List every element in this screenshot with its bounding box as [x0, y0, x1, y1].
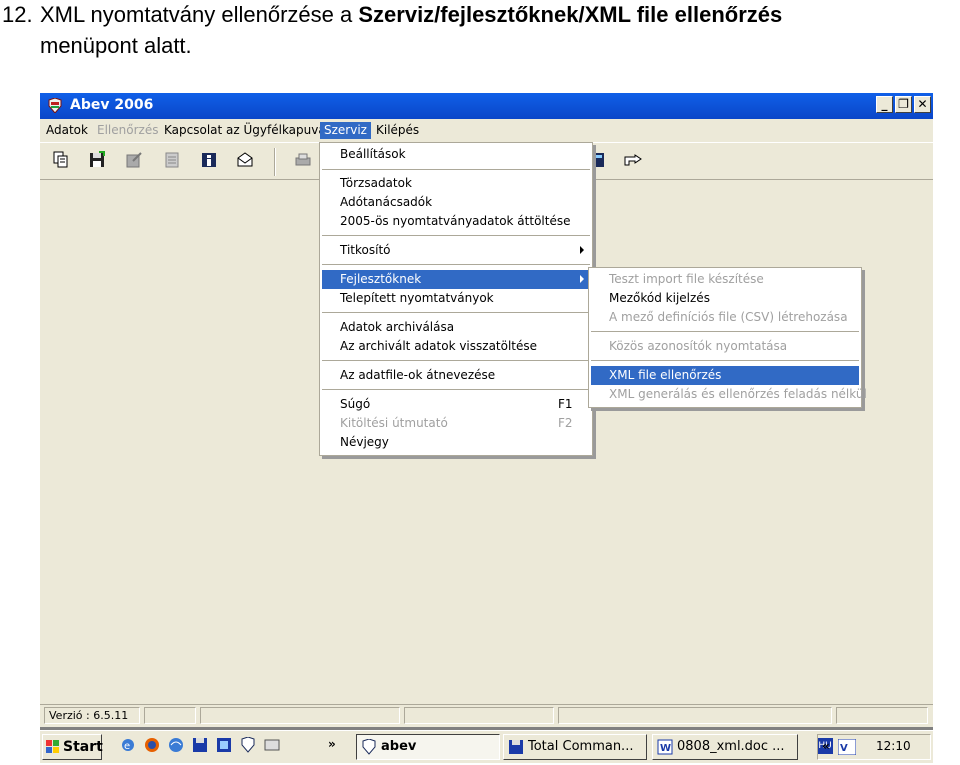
system-tray: « V 12:10 [817, 734, 931, 760]
menu-separator [591, 360, 859, 361]
item-number: 12. [2, 2, 33, 27]
menu-item-adotanacsadok[interactable]: Adótanácsadók [322, 193, 590, 212]
tray-chevron[interactable]: « [822, 739, 830, 753]
clock[interactable]: 12:10 [876, 739, 911, 753]
shortcut-label: F1 [558, 397, 573, 411]
task-word-document[interactable]: W 0808_xml.doc ... [652, 734, 798, 760]
status-panel-4 [404, 707, 554, 724]
menu-adatok[interactable]: Adatok [46, 122, 88, 139]
window-title: Abev 2006 [70, 97, 154, 113]
floppy-icon[interactable] [192, 737, 208, 753]
task-label: Total Comman... [528, 739, 634, 754]
print-icon[interactable] [292, 149, 314, 171]
status-panel-5 [558, 707, 832, 724]
menu-bar: Adatok Ellenőrzés Kapcsolat az Ügyfélkap… [40, 119, 933, 142]
menu-item-kozos-azonositok[interactable]: Közös azonosítók nyomtatása [591, 337, 859, 356]
menu-item-label: Súgó [340, 397, 371, 411]
menu-separator [322, 169, 590, 170]
app-icon[interactable] [216, 737, 232, 753]
menu-item-teszt-import[interactable]: Teszt import file készítése [591, 270, 859, 289]
restore-button[interactable]: ❐ [895, 96, 912, 113]
menu-ellenorzes[interactable]: Ellenőrzés [97, 122, 158, 139]
menu-separator [322, 312, 590, 313]
start-label: Start [63, 739, 103, 755]
menu-separator [591, 331, 859, 332]
version-panel: Verzió : 6.5.11 [44, 707, 140, 724]
info-icon[interactable] [198, 149, 220, 171]
menu-item-attoltes[interactable]: 2005-ös nyomtatványadatok áttöltése [322, 212, 590, 231]
svg-text:V: V [840, 743, 848, 754]
menu-szerviz[interactable]: Szerviz [320, 122, 371, 139]
menu-item-atnevezes[interactable]: Az adatfile-ok átnevezése [322, 366, 590, 385]
status-panel-6 [836, 707, 928, 724]
title-bar[interactable]: Abev 2006 _ ❐ ✕ [40, 93, 933, 119]
task-abev[interactable]: abev [356, 734, 500, 760]
instruction-line-1: XML nyomtatvány ellenőrzése a Szerviz/fe… [40, 2, 782, 28]
fejlesztoknek-submenu: Teszt import file készítése Mezőkód kije… [588, 267, 867, 408]
submenu-arrow-icon [580, 246, 584, 254]
abev-task-icon [362, 739, 376, 755]
menu-item-nevjegy[interactable]: Névjegy [322, 433, 590, 452]
menu-separator [322, 264, 590, 265]
status-bar: Verzió : 6.5.11 [40, 704, 933, 727]
task-total-commander[interactable]: Total Comman... [503, 734, 647, 760]
ie-icon[interactable]: e [120, 737, 136, 753]
menu-item-xml-ellenorzes[interactable]: XML file ellenőrzés [591, 366, 859, 385]
quicklaunch-chevron[interactable]: » [328, 737, 336, 751]
status-panel-3 [200, 707, 400, 724]
svg-text:e: e [124, 741, 130, 752]
menu-item-label: Fejlesztőknek [340, 272, 422, 286]
edit-icon[interactable] [123, 149, 145, 171]
shortcut-label: F2 [558, 416, 573, 430]
start-button[interactable]: Start [42, 734, 103, 760]
menu-kapcsolat[interactable]: Kapcsolat az Ügyfélkapuval [164, 122, 329, 139]
menu-item-mezokod[interactable]: Mezőkód kijelzés [591, 289, 859, 308]
instruction-plain: XML nyomtatvány ellenőrzése a [40, 2, 359, 27]
menu-item-torzsadatok[interactable]: Törzsadatok [322, 174, 590, 193]
close-button[interactable]: ✕ [914, 96, 931, 113]
menu-item-visszatoltes[interactable]: Az archivált adatok visszatöltése [322, 337, 590, 356]
menu-item-csv-letrehozas[interactable]: A mező definíciós file (CSV) létrehozása [591, 308, 859, 327]
menu-item-label: Kitöltési útmutató [340, 416, 448, 430]
abev-quicklaunch-icon[interactable] [240, 737, 256, 753]
menu-item-fejlesztoknek[interactable]: Fejlesztőknek [322, 270, 590, 289]
floppy-icon [509, 740, 523, 754]
menu-separator [322, 360, 590, 361]
pointing-hand-icon[interactable] [622, 149, 644, 171]
menu-item-label: Titkosító [340, 243, 391, 257]
copy-icon[interactable] [50, 149, 72, 171]
menu-item-beallitasok[interactable]: Beállítások [322, 145, 590, 164]
tray-app-icon[interactable]: V [838, 739, 856, 755]
windows-logo-icon [46, 740, 59, 753]
menu-item-telepitett[interactable]: Telepített nyomtatványok [322, 289, 590, 308]
menu-separator [322, 389, 590, 390]
browser-icon[interactable] [168, 737, 184, 753]
task-label: 0808_xml.doc ... [677, 739, 785, 754]
menu-item-xml-generalas[interactable]: XML generálás és ellenőrzés feladás nélk… [591, 385, 867, 404]
desktop-icon[interactable] [264, 737, 280, 753]
minimize-button[interactable]: _ [876, 96, 893, 113]
menu-separator [322, 235, 590, 236]
firefox-icon[interactable] [144, 737, 160, 753]
task-label: abev [381, 739, 417, 754]
instruction-menu-path: Szerviz/fejlesztőknek/XML file ellenőrzé… [358, 2, 783, 27]
menu-item-kitoltesi-utmutato[interactable]: Kitöltési útmutató F2 [322, 414, 590, 433]
status-panel-2 [144, 707, 196, 724]
save-icon[interactable] [86, 149, 108, 171]
window-controls: _ ❐ ✕ [876, 96, 931, 113]
document-icon[interactable] [161, 149, 183, 171]
toolbar-separator [274, 148, 276, 176]
submenu-arrow-icon [580, 275, 584, 283]
menu-item-titkosito[interactable]: Titkosító [322, 241, 590, 260]
app-crest-icon [48, 98, 62, 113]
menu-item-archivalas[interactable]: Adatok archiválása [322, 318, 590, 337]
mail-icon[interactable] [234, 149, 256, 171]
svg-text:W: W [660, 743, 671, 754]
szerviz-menu: Beállítások Törzsadatok Adótanácsadók 20… [319, 142, 593, 456]
taskbar: Start e » abev Total Comman... W 0808_xm… [40, 730, 933, 763]
menu-kilepes[interactable]: Kilépés [376, 122, 419, 139]
menu-item-sugo[interactable]: Súgó F1 [322, 395, 590, 414]
instruction-line-2: menüpont alatt. [40, 33, 192, 58]
word-icon: W [657, 739, 673, 755]
